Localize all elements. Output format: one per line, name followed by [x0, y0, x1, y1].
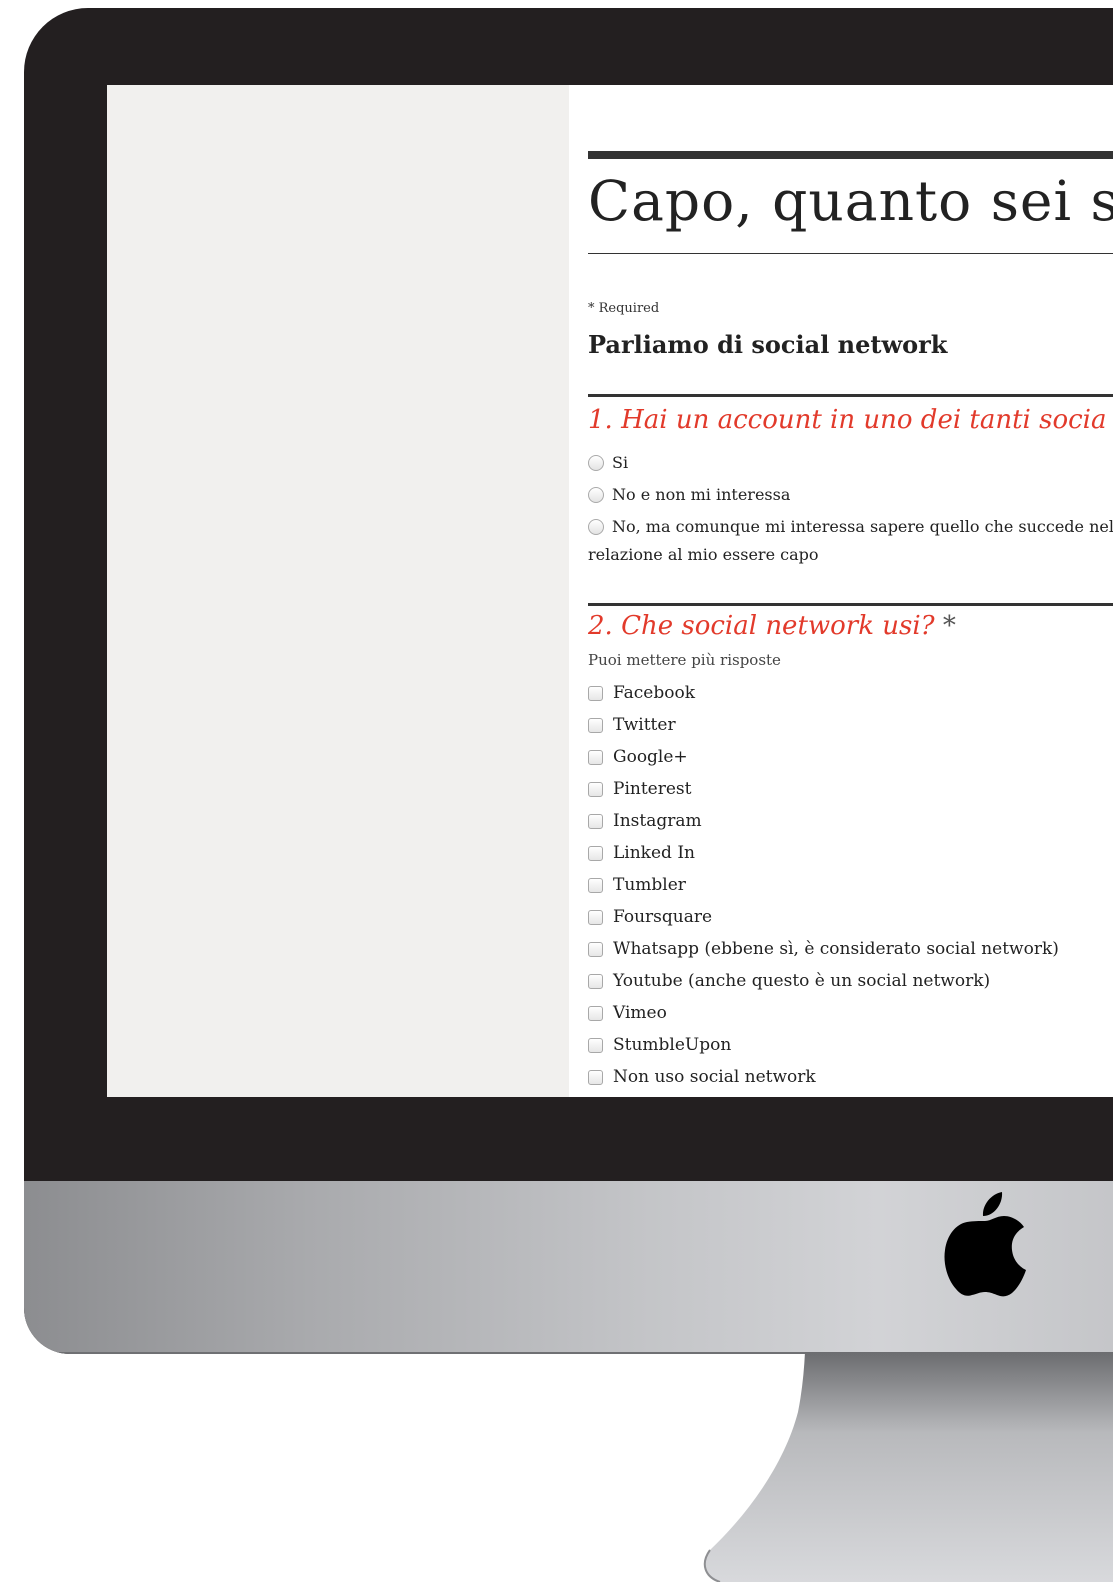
checkbox[interactable] [588, 909, 603, 925]
q2-option-whatsapp[interactable]: Whatsapp (ebbene sì, è considerato socia… [588, 939, 1059, 959]
section-title: Parliamo di social network [588, 330, 948, 359]
q2-option-instagram[interactable]: Instagram [588, 811, 702, 831]
question-divider [588, 603, 1113, 606]
option-label: Whatsapp (ebbene sì, è considerato socia… [613, 939, 1059, 959]
required-asterisk: * [942, 611, 956, 641]
option-label-continuation: relazione al mio essere capo [588, 545, 819, 564]
required-note: * Required [588, 301, 660, 316]
imac-stand [703, 1352, 1113, 1582]
checkbox[interactable] [588, 813, 603, 829]
option-label: Si [612, 453, 629, 472]
option-label: Linked In [613, 843, 695, 863]
option-label: Twitter [613, 715, 676, 735]
q2-option-none[interactable]: Non uso social network [588, 1067, 816, 1087]
checkbox[interactable] [588, 1069, 603, 1085]
checkbox[interactable] [588, 1037, 603, 1053]
q2-option-twitter[interactable]: Twitter [588, 715, 676, 735]
option-label: Google+ [613, 747, 688, 767]
option-label: No, ma comunque mi interessa sapere quel… [612, 517, 1113, 536]
header-rule [588, 151, 1113, 159]
q2-option-googleplus[interactable]: Google+ [588, 747, 688, 767]
checkbox[interactable] [588, 717, 603, 733]
checkbox[interactable] [588, 877, 603, 893]
question-divider [588, 394, 1113, 397]
apple-logo-icon [944, 1192, 1026, 1297]
option-label: Tumbler [613, 875, 686, 895]
option-label: No e non mi interessa [612, 485, 791, 504]
q2-option-tumbler[interactable]: Tumbler [588, 875, 686, 895]
q2-option-pinterest[interactable]: Pinterest [588, 779, 691, 799]
option-label: Youtube (anche questo è un social networ… [613, 971, 991, 991]
q2-option-vimeo[interactable]: Vimeo [588, 1003, 667, 1023]
radio-button[interactable] [588, 486, 604, 503]
option-label: Pinterest [613, 779, 692, 799]
option-label: Vimeo [613, 1003, 667, 1023]
option-label: StumbleUpon [613, 1035, 732, 1055]
question-1-title: 1. Hai un account in uno dei tanti socia [588, 405, 1107, 435]
question-2-title: 2. Che social network usi? * [588, 611, 956, 641]
title-divider [588, 253, 1113, 254]
form-title: Capo, quanto sei s [588, 169, 1113, 233]
checkbox[interactable] [588, 749, 603, 765]
checkbox[interactable] [588, 941, 603, 957]
q1-option-no-ma[interactable]: No, ma comunque mi interessa sapere quel… [588, 517, 1113, 536]
q1-option-no[interactable]: No e non mi interessa [588, 485, 790, 504]
question-2-text: 2. Che social network usi? [588, 611, 935, 641]
option-label: Non uso social network [613, 1067, 816, 1087]
checkbox[interactable] [588, 685, 603, 701]
form-page: Capo, quanto sei s * Required Parliamo d… [569, 85, 1113, 1097]
checkbox[interactable] [588, 1005, 603, 1021]
question-2-help: Puoi mettere più risposte [588, 651, 781, 669]
q2-option-stumbleupon[interactable]: StumbleUpon [588, 1035, 731, 1055]
q2-option-facebook[interactable]: Facebook [588, 683, 695, 703]
checkbox[interactable] [588, 845, 603, 861]
q2-option-linkedin[interactable]: Linked In [588, 843, 695, 863]
q2-option-foursquare[interactable]: Foursquare [588, 907, 712, 927]
q2-option-youtube[interactable]: Youtube (anche questo è un social networ… [588, 971, 990, 991]
q1-option-si[interactable]: Si [588, 453, 628, 472]
option-label: Foursquare [613, 907, 713, 927]
radio-button[interactable] [588, 454, 604, 471]
option-label: Instagram [613, 811, 702, 831]
radio-button[interactable] [588, 518, 604, 535]
screen: Capo, quanto sei s * Required Parliamo d… [107, 85, 1113, 1097]
checkbox[interactable] [588, 781, 603, 797]
checkbox[interactable] [588, 973, 603, 989]
option-label: Facebook [613, 683, 696, 703]
